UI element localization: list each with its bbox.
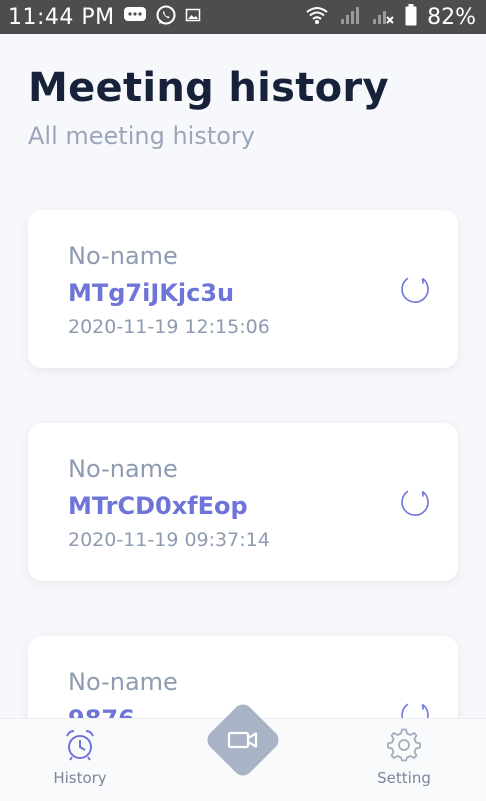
alarm-clock-icon xyxy=(62,730,98,767)
battery-icon xyxy=(405,4,417,30)
status-time: 11:44 PM xyxy=(8,4,115,30)
battery-percentage: 82% xyxy=(427,4,476,30)
meeting-card[interactable]: No-name MTrCD0xfEop 2020-11-19 09:37:14 xyxy=(28,423,458,581)
chat-bubble-icon xyxy=(123,5,147,29)
signal-icon xyxy=(339,5,361,29)
status-indicators: 82% xyxy=(305,4,476,30)
page-title: Meeting history xyxy=(28,65,389,111)
meeting-name: No-name xyxy=(68,668,178,696)
meeting-name: No-name xyxy=(68,455,178,483)
nav-setting[interactable]: Setting xyxy=(354,727,454,787)
meeting-name: No-name xyxy=(68,242,178,270)
refresh-icon[interactable] xyxy=(398,485,432,519)
page-header: Meeting history All meeting history xyxy=(28,60,389,150)
wifi-icon xyxy=(305,5,329,29)
nav-history[interactable]: History xyxy=(30,727,130,787)
signal-no-sim-icon xyxy=(371,5,395,29)
image-icon xyxy=(185,7,201,27)
gear-icon xyxy=(386,728,422,767)
video-camera-icon xyxy=(227,728,259,756)
meeting-id: MTg7iJKjc3u xyxy=(68,279,235,307)
nav-history-label: History xyxy=(53,769,107,787)
page-subtitle: All meeting history xyxy=(28,122,255,150)
refresh-icon[interactable] xyxy=(398,272,432,306)
status-bar: 11:44 PM 82% xyxy=(0,0,486,34)
meeting-card[interactable]: No-name MTg7iJKjc3u 2020-11-19 12:15:06 xyxy=(28,210,458,368)
nav-setting-label: Setting xyxy=(377,769,431,787)
meeting-date: 2020-11-19 09:37:14 xyxy=(68,529,270,551)
meeting-date: 2020-11-19 12:15:06 xyxy=(68,316,270,338)
whatsapp-icon xyxy=(155,4,177,30)
notification-icons xyxy=(123,4,201,30)
start-meeting-button[interactable] xyxy=(203,700,283,780)
meeting-id: MTrCD0xfEop xyxy=(68,492,248,520)
